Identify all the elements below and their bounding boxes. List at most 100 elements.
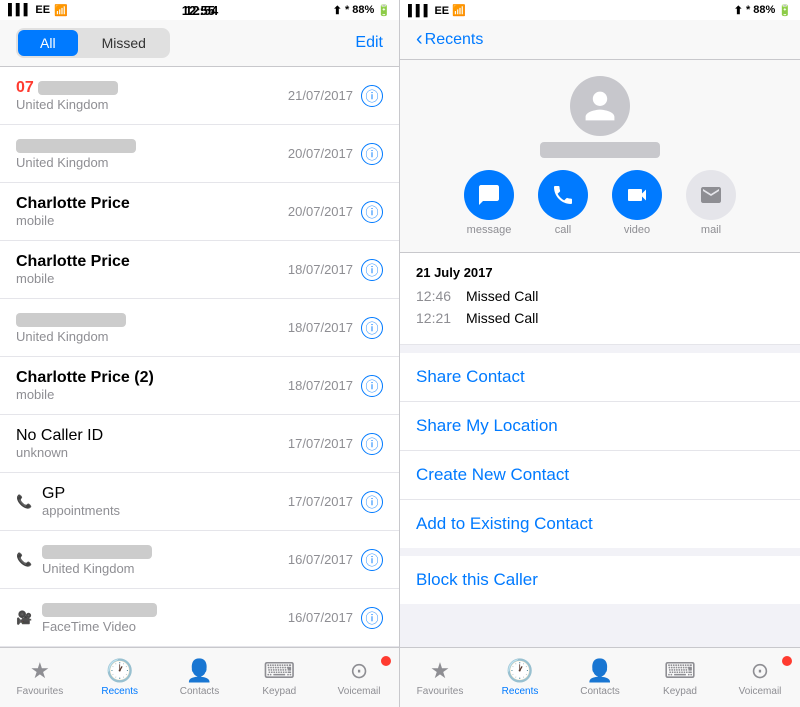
info-button[interactable]: ⓘ [361, 549, 383, 571]
caller-name [16, 311, 288, 329]
tab-voicemail[interactable]: ⊙ Voicemail [319, 658, 399, 697]
list-item[interactable]: Charlotte Price mobile 18/07/2017 ⓘ [0, 241, 399, 299]
call-right: 18/07/2017 ⓘ [288, 259, 383, 281]
call-info: Charlotte Price (2) mobile [16, 369, 288, 402]
tab-contacts[interactable]: 👤 Contacts [160, 658, 240, 697]
call-label: call [555, 224, 572, 236]
block-section: Block this Caller [400, 556, 800, 604]
list-item[interactable]: Charlotte Price (2) mobile 18/07/2017 ⓘ [0, 357, 399, 415]
caller-name [16, 137, 288, 155]
contact-header: message call video [400, 60, 800, 253]
tab-recents-right[interactable]: 🕐 Recents [480, 658, 560, 697]
list-item[interactable]: No Caller ID unknown 17/07/2017 ⓘ [0, 415, 399, 473]
tab-recents[interactable]: 🕐 Recents [80, 658, 160, 697]
star-icon: ★ [430, 658, 450, 684]
all-tab[interactable]: All [18, 30, 78, 56]
list-item[interactable]: 📞 United Kingdom 16/07/2017 ⓘ [0, 531, 399, 589]
missed-tab[interactable]: Missed [80, 30, 168, 56]
tab-voicemail-label: Voicemail [739, 686, 782, 697]
caller-sub: mobile [16, 387, 288, 402]
right-panel: ▌▌▌ EE 📶 12:55 ⬆ * 88% 🔋 ‹ Recents [400, 0, 800, 707]
caller-sub: United Kingdom [42, 561, 288, 576]
tab-keypad[interactable]: ⌨ Keypad [239, 658, 319, 697]
call-right: 20/07/2017 ⓘ [288, 201, 383, 223]
segment-control: All Missed [16, 28, 170, 58]
caller-name: 07 [16, 79, 288, 97]
back-button[interactable]: ‹ Recents [416, 28, 483, 51]
tab-voicemail-label: Voicemail [338, 686, 381, 697]
mail-icon [699, 183, 723, 207]
block-caller-item[interactable]: Block this Caller [400, 556, 800, 604]
tab-keypad-label: Keypad [663, 686, 697, 697]
tab-contacts-label: Contacts [580, 686, 619, 697]
info-button[interactable]: ⓘ [361, 143, 383, 165]
right-right-icons: ⬆ * 88% 🔋 [734, 4, 792, 17]
clock-icon: 🕐 [106, 658, 133, 684]
call-right: 18/07/2017 ⓘ [288, 317, 383, 339]
list-item[interactable]: United Kingdom 20/07/2017 ⓘ [0, 125, 399, 183]
edit-button[interactable]: Edit [355, 34, 383, 52]
phone-icon: 📞 [16, 494, 34, 510]
list-item[interactable]: 🎥 FaceTime Video 16/07/2017 ⓘ [0, 589, 399, 647]
person-icon: 👤 [186, 658, 213, 684]
mail-action[interactable]: mail [686, 170, 736, 236]
caller-sub: mobile [16, 271, 288, 286]
voicemail-badge [381, 656, 391, 666]
tab-favourites[interactable]: ★ Favourites [0, 658, 80, 697]
mail-button[interactable] [686, 170, 736, 220]
message-action[interactable]: message [464, 170, 514, 236]
video-button[interactable] [612, 170, 662, 220]
video-label: video [624, 224, 650, 236]
tab-favourites-label: Favourites [17, 686, 64, 697]
call-info: GP appointments [42, 485, 288, 518]
phone-icon [551, 183, 575, 207]
battery-icon: 🔋 [377, 4, 391, 17]
call-right: 17/07/2017 ⓘ [288, 433, 383, 455]
info-button[interactable]: ⓘ [361, 85, 383, 107]
info-button[interactable]: ⓘ [361, 259, 383, 281]
caller-name [42, 601, 288, 619]
call-log-type: Missed Call [466, 288, 538, 304]
left-right-icons: ⬆ * 88% 🔋 [333, 4, 391, 17]
clock-icon: 🕐 [506, 658, 533, 684]
call-log-type: Missed Call [466, 310, 538, 326]
info-button[interactable]: ⓘ [361, 607, 383, 629]
create-contact-item[interactable]: Create New Contact [400, 451, 800, 500]
tab-recents-label: Recents [101, 686, 138, 697]
signal-bars: ▌▌▌ [408, 5, 431, 17]
list-item[interactable]: 07 United Kingdom 21/07/2017 ⓘ [0, 67, 399, 125]
info-button[interactable]: ⓘ [361, 375, 383, 397]
voicemail-badge-right [782, 656, 792, 666]
share-contact-item[interactable]: Share Contact [400, 353, 800, 402]
caller-sub: FaceTime Video [42, 619, 288, 634]
caller-sub: appointments [42, 503, 288, 518]
share-location-item[interactable]: Share My Location [400, 402, 800, 451]
phone-icon: 📞 [16, 552, 34, 568]
video-action[interactable]: video [612, 170, 662, 236]
list-item[interactable]: United Kingdom 18/07/2017 ⓘ [0, 299, 399, 357]
call-button[interactable] [538, 170, 588, 220]
list-item[interactable]: Charlotte Price mobile 20/07/2017 ⓘ [0, 183, 399, 241]
caller-sub: United Kingdom [16, 329, 288, 344]
message-button[interactable] [464, 170, 514, 220]
message-label: message [467, 224, 512, 236]
menu-section: Share Contact Share My Location Create N… [400, 353, 800, 548]
call-date: 18/07/2017 [288, 378, 353, 393]
info-button[interactable]: ⓘ [361, 433, 383, 455]
right-status-bar: ▌▌▌ EE 📶 12:55 ⬆ * 88% 🔋 [400, 0, 800, 20]
caller-sub: unknown [16, 445, 288, 460]
info-button[interactable]: ⓘ [361, 201, 383, 223]
call-action[interactable]: call [538, 170, 588, 236]
tab-voicemail-right[interactable]: ⊙ Voicemail [720, 658, 800, 697]
info-button[interactable]: ⓘ [361, 491, 383, 513]
back-label: Recents [425, 31, 484, 49]
add-existing-item[interactable]: Add to Existing Contact [400, 500, 800, 548]
caller-name: Charlotte Price [16, 195, 288, 213]
tab-favourites-right[interactable]: ★ Favourites [400, 658, 480, 697]
info-button[interactable]: ⓘ [361, 317, 383, 339]
list-item[interactable]: 📞 GP appointments 17/07/2017 ⓘ [0, 473, 399, 531]
right-signal-icons: ▌▌▌ EE 📶 [408, 4, 466, 17]
call-log-section: 21 July 2017 12:46 Missed Call 12:21 Mis… [400, 253, 800, 345]
tab-keypad-right[interactable]: ⌨ Keypad [640, 658, 720, 697]
tab-contacts-right[interactable]: 👤 Contacts [560, 658, 640, 697]
